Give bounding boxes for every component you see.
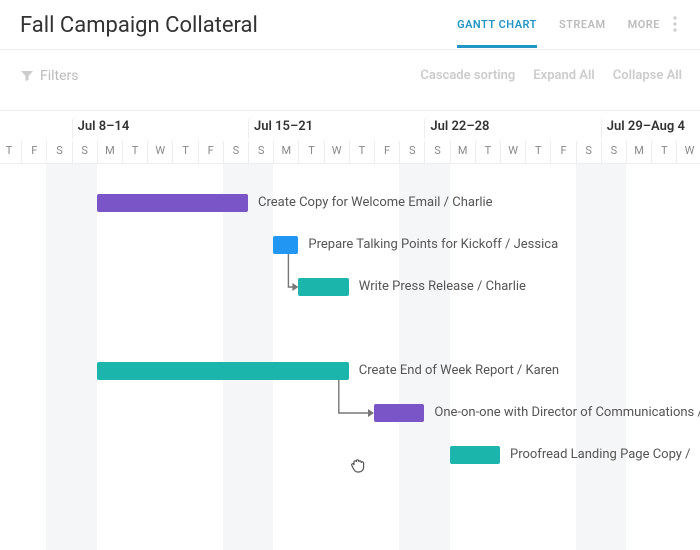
timeline-range-label: Jul 15–21 xyxy=(254,119,313,134)
weekend-stripe xyxy=(223,164,273,550)
cascade-sorting-button[interactable]: Cascade sorting xyxy=(420,68,515,83)
dependency-connector xyxy=(0,164,700,550)
timeline-day-cell: F xyxy=(550,141,575,164)
gantt-bar[interactable] xyxy=(298,278,348,296)
timeline-day-cell: S xyxy=(223,141,248,164)
gantt-bar[interactable] xyxy=(97,362,349,380)
timeline-day-cell: S xyxy=(46,141,71,164)
timeline-day-cell: T xyxy=(122,141,147,164)
gantt-bar-label: Write Press Release / Charlie xyxy=(359,279,526,294)
funnel-icon xyxy=(20,69,34,83)
timeline-day-cell: S xyxy=(72,141,97,164)
grab-cursor-icon xyxy=(349,455,369,475)
gantt-bar-label: One-on-one with Director of Communicatio… xyxy=(434,405,700,420)
kebab-menu-icon[interactable] xyxy=(668,14,682,34)
weekend-stripe xyxy=(399,164,449,550)
gantt-bar-label: Prepare Talking Points for Kickoff / Jes… xyxy=(308,237,558,252)
gantt-chart-area[interactable]: Create Copy for Welcome Email / Charlie P… xyxy=(0,164,700,550)
timeline-day-cell: F xyxy=(21,141,46,164)
weekend-stripe xyxy=(46,164,96,550)
timeline-day-cell: W xyxy=(324,141,349,164)
timeline-range-label: Jul 29–Aug 4 xyxy=(607,119,685,134)
timeline-range-label: Jul 22–28 xyxy=(430,119,489,134)
timeline-day-cell: T xyxy=(349,141,374,164)
gantt-bar[interactable] xyxy=(273,236,298,254)
gantt-bar-label: Proofread Landing Page Copy / xyxy=(510,447,691,462)
timeline-header: Jul 8–14 Jul 15–21 Jul 22–28 Jul 29–Aug 4 T… xyxy=(0,110,700,164)
timeline-day-cell: S xyxy=(424,141,449,164)
timeline-day-cell: W xyxy=(147,141,172,164)
timeline-day-cell: M xyxy=(626,141,651,164)
gantt-bar[interactable] xyxy=(374,404,424,422)
tab-more[interactable]: MORE xyxy=(628,18,660,48)
timeline-range-label: Jul 8–14 xyxy=(78,119,130,134)
filters-button[interactable]: Filters xyxy=(20,68,79,84)
collapse-all-button[interactable]: Collapse All xyxy=(613,68,682,83)
filters-label: Filters xyxy=(40,68,79,84)
gantt-bar[interactable] xyxy=(97,194,248,212)
timeline-day-cell: W xyxy=(676,141,700,164)
gantt-bar-label: Create Copy for Welcome Email / Charlie xyxy=(258,195,493,210)
timeline-day-cell: T xyxy=(475,141,500,164)
timeline-day-cell: F xyxy=(374,141,399,164)
timeline-day-cell: T xyxy=(525,141,550,164)
timeline-day-cell: T xyxy=(0,141,21,164)
timeline-day-cell: T xyxy=(651,141,676,164)
timeline-day-cell: F xyxy=(198,141,223,164)
gantt-bar[interactable] xyxy=(450,446,500,464)
timeline-day-cell: W xyxy=(500,141,525,164)
timeline-day-cell: S xyxy=(601,141,626,164)
timeline-day-cell: S xyxy=(399,141,424,164)
gantt-bar-label: Create End of Week Report / Karen xyxy=(359,363,559,378)
timeline-day-cell: S xyxy=(576,141,601,164)
timeline-day-cell: M xyxy=(450,141,475,164)
timeline-day-cell: M xyxy=(273,141,298,164)
page-title: Fall Campaign Collateral xyxy=(20,13,258,38)
tab-gantt-chart[interactable]: GANTT CHART xyxy=(457,18,537,48)
timeline-day-cell: S xyxy=(248,141,273,164)
timeline-day-cell: T xyxy=(172,141,197,164)
expand-all-button[interactable]: Expand All xyxy=(533,68,594,83)
timeline-day-cell: M xyxy=(97,141,122,164)
tab-stream[interactable]: STREAM xyxy=(559,18,606,48)
timeline-day-cell: T xyxy=(298,141,323,164)
